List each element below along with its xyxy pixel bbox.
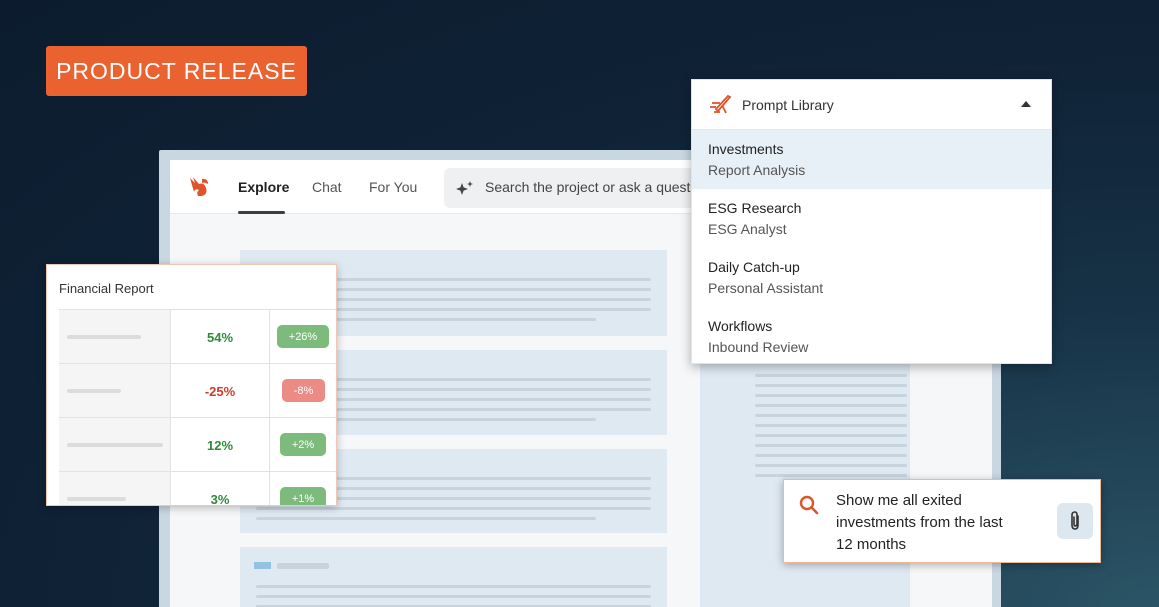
tab-explore[interactable]: Explore	[238, 179, 289, 195]
collapse-caret-icon[interactable]	[1021, 101, 1031, 107]
prompt-item-title: ESG Research	[708, 200, 802, 216]
table-row[interactable]: 3% +1%	[59, 471, 336, 505]
prompt-library-header[interactable]: Prompt Library	[692, 80, 1051, 130]
prompt-item-subtitle: Personal Assistant	[708, 280, 824, 296]
prompt-item-title: Investments	[708, 141, 784, 157]
prompt-item-daily-catch-up[interactable]: Daily Catch-up Personal Assistant	[692, 248, 1051, 307]
search-placeholder: Search the project or ask a question	[485, 179, 710, 195]
table-row[interactable]: 54% +26%	[59, 309, 336, 364]
prompt-item-subtitle: Inbound Review	[708, 339, 809, 355]
metric-value: -25%	[171, 364, 270, 418]
table-row[interactable]: -25% -8%	[59, 363, 336, 418]
table-row[interactable]: 12% +2%	[59, 417, 336, 472]
paperclip-icon	[1071, 511, 1079, 530]
prompt-item-subtitle: ESG Analyst	[708, 221, 787, 237]
change-badge: +2%	[280, 433, 326, 456]
prompt-item-investments[interactable]: Investments Report Analysis	[692, 130, 1051, 189]
prompt-item-title: Daily Catch-up	[708, 259, 800, 275]
tab-for-you[interactable]: For You	[369, 179, 417, 195]
metric-value: 3%	[171, 472, 270, 505]
prompt-library-title: Prompt Library	[742, 97, 834, 113]
tab-chat[interactable]: Chat	[312, 179, 342, 195]
metric-value: 54%	[171, 310, 270, 364]
attach-button[interactable]	[1057, 503, 1093, 539]
change-badge: +26%	[277, 325, 329, 348]
search-icon	[799, 495, 819, 515]
sparkle-icon	[456, 181, 473, 195]
prompt-item-title: Workflows	[708, 318, 773, 334]
active-tab-indicator	[238, 211, 285, 214]
prompt-item-subtitle: Report Analysis	[708, 162, 806, 178]
financial-report-panel: Financial Report 54% +26% -25% -8% 12% +…	[46, 264, 337, 506]
product-release-badge: PRODUCT RELEASE	[46, 46, 307, 96]
query-input[interactable]: Show me all exited investments from the …	[783, 479, 1101, 563]
prompt-item-esg-research[interactable]: ESG Research ESG Analyst	[692, 189, 1051, 248]
query-text: Show me all exited investments from the …	[836, 492, 1003, 553]
squirrel-logo-icon[interactable]	[186, 174, 212, 200]
change-badge: -8%	[282, 379, 325, 402]
prompt-library-dropdown: Prompt Library Investments Report Analys…	[691, 79, 1052, 364]
change-badge: +1%	[280, 487, 326, 505]
content-card	[240, 547, 667, 607]
financial-report-title: Financial Report	[59, 281, 154, 296]
prompt-item-workflows[interactable]: Workflows Inbound Review	[692, 307, 1051, 366]
metric-value: 12%	[171, 418, 270, 472]
rocket-icon	[710, 94, 732, 114]
